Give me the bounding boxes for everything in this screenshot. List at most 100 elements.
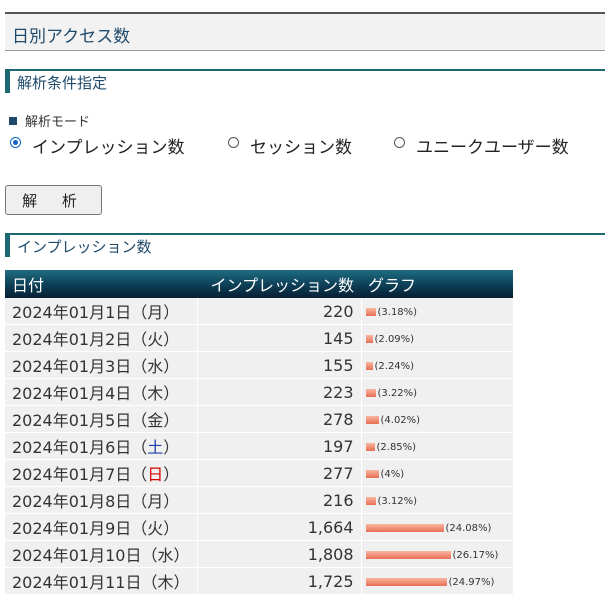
- date-cell: 2024年01月2日（火）: [5, 324, 198, 352]
- date-cell: 2024年01月8日（月）: [5, 486, 198, 514]
- day-of-week: 土: [147, 438, 164, 457]
- page-header: 日別アクセス数: [5, 12, 605, 51]
- square-bullet-icon: [9, 117, 17, 125]
- date-text: 2024年01月10日（: [12, 546, 158, 565]
- date-close-paren: ）: [163, 438, 180, 457]
- date-text: 2024年01月5日（: [12, 411, 148, 430]
- impressions-cell: 1,725: [197, 567, 362, 595]
- date-cell: 2024年01月4日（木）: [5, 378, 198, 406]
- access-table: 日付 インプレッション数 グラフ 2024年01月1日（月） 220 (3.18%)…: [5, 270, 513, 595]
- graph-cell: (3.12%): [361, 486, 513, 514]
- graph-bar: [365, 497, 376, 505]
- day-of-week: 水: [147, 357, 164, 376]
- graph-bar: [365, 362, 373, 370]
- date-cell: 2024年01月3日（水）: [5, 351, 198, 379]
- graph-cell: (3.22%): [361, 378, 513, 406]
- graph-cell: (4%): [361, 459, 513, 487]
- impressions-cell: 223: [197, 378, 362, 406]
- radio-unchecked-icon[interactable]: [394, 137, 405, 148]
- date-close-paren: ）: [163, 411, 180, 430]
- radio-unchecked-icon[interactable]: [228, 137, 239, 148]
- table-row: 2024年01月7日（日） 277 (4%): [5, 459, 513, 487]
- heading-accent-bar: [5, 71, 10, 93]
- graph-percent: (2.24%): [374, 360, 415, 372]
- results-heading: インプレッション数: [5, 233, 605, 257]
- date-close-paren: ）: [163, 330, 180, 349]
- date-cell: 2024年01月9日（火）: [5, 513, 198, 541]
- day-of-week: 水: [157, 546, 174, 565]
- table-header-row: 日付 インプレッション数 グラフ: [5, 270, 513, 298]
- graph-cell: (2.09%): [361, 324, 513, 352]
- date-text: 2024年01月9日（: [12, 519, 148, 538]
- day-of-week: 月: [147, 303, 164, 322]
- date-cell: 2024年01月1日（月）: [5, 298, 198, 325]
- graph-cell: (2.24%): [361, 351, 513, 379]
- table-row: 2024年01月4日（木） 223 (3.22%): [5, 378, 513, 406]
- impressions-cell: 145: [197, 324, 362, 352]
- day-of-week: 木: [147, 384, 164, 403]
- graph-percent: (3.22%): [377, 387, 418, 399]
- results-heading-label: インプレッション数: [17, 238, 152, 256]
- table-row: 2024年01月6日（土） 197 (2.85%): [5, 432, 513, 460]
- analyze-button[interactable]: 解 析: [5, 185, 102, 215]
- column-header-graph: グラフ: [361, 270, 513, 298]
- mode-label-text: 解析モード: [25, 115, 91, 130]
- table-row: 2024年01月9日（火） 1,664 (24.08%): [5, 513, 513, 541]
- graph-bar: [365, 578, 447, 586]
- table-row: 2024年01月10日（水） 1,808 (26.17%): [5, 540, 513, 568]
- graph-bar: [365, 551, 451, 559]
- graph-percent: (2.85%): [376, 441, 417, 453]
- day-of-week: 月: [147, 492, 164, 511]
- impressions-cell: 278: [197, 405, 362, 433]
- date-text: 2024年01月4日（: [12, 384, 148, 403]
- radio-checked-icon[interactable]: [10, 137, 21, 148]
- table-row: 2024年01月2日（火） 145 (2.09%): [5, 324, 513, 352]
- day-of-week: 火: [147, 519, 164, 538]
- date-close-paren: ）: [163, 492, 180, 511]
- date-text: 2024年01月6日（: [12, 438, 148, 457]
- date-close-paren: ）: [173, 546, 190, 565]
- graph-percent: (4%): [380, 468, 405, 480]
- graph-bar: [365, 308, 376, 316]
- graph-cell: (24.08%): [361, 513, 513, 541]
- day-of-week: 日: [147, 465, 164, 484]
- day-of-week: 火: [147, 330, 164, 349]
- date-text: 2024年01月8日（: [12, 492, 148, 511]
- graph-bar: [365, 389, 376, 397]
- graph-bar: [365, 524, 444, 532]
- radio-unique-users-label[interactable]: ユニークユーザー数: [416, 133, 569, 158]
- date-cell: 2024年01月5日（金）: [5, 405, 198, 433]
- day-of-week: 金: [147, 411, 164, 430]
- impressions-cell: 220: [197, 298, 362, 325]
- impressions-cell: 1,808: [197, 540, 362, 568]
- table-body: 2024年01月1日（月） 220 (3.18%) 2024年01月2日（火） 145(…: [5, 298, 513, 595]
- day-of-week: 木: [157, 573, 174, 592]
- graph-bar: [365, 416, 379, 424]
- date-text: 2024年01月7日（: [12, 465, 148, 484]
- graph-bar: [365, 335, 373, 343]
- graph-cell: (24.97%): [361, 567, 513, 595]
- impressions-cell: 216: [197, 486, 362, 514]
- graph-bar: [365, 470, 379, 478]
- date-cell: 2024年01月7日（日）: [5, 459, 198, 487]
- date-close-paren: ）: [163, 384, 180, 403]
- date-cell: 2024年01月11日（木）: [5, 567, 198, 595]
- column-header-date: 日付: [5, 270, 197, 298]
- table-row: 2024年01月8日（月） 216 (3.12%): [5, 486, 513, 514]
- table-row: 2024年01月3日（水） 155 (2.24%): [5, 351, 513, 379]
- graph-percent: (2.09%): [374, 333, 415, 345]
- graph-cell: (4.02%): [361, 405, 513, 433]
- column-header-impressions: インプレッション数: [197, 270, 361, 298]
- date-text: 2024年01月3日（: [12, 357, 148, 376]
- impressions-cell: 1,664: [197, 513, 362, 541]
- date-close-paren: ）: [173, 573, 190, 592]
- radio-impressions-label[interactable]: インプレッション数: [32, 133, 185, 158]
- heading-accent-bar: [5, 235, 10, 257]
- radio-sessions-label[interactable]: セッション数: [250, 133, 352, 158]
- table-row: 2024年01月11日（木） 1,725 (24.97%): [5, 567, 513, 595]
- graph-percent: (24.97%): [448, 576, 495, 588]
- date-close-paren: ）: [163, 357, 180, 376]
- page-title: 日別アクセス数: [12, 27, 131, 47]
- date-cell: 2024年01月6日（土）: [5, 432, 198, 460]
- graph-cell: (26.17%): [361, 540, 513, 568]
